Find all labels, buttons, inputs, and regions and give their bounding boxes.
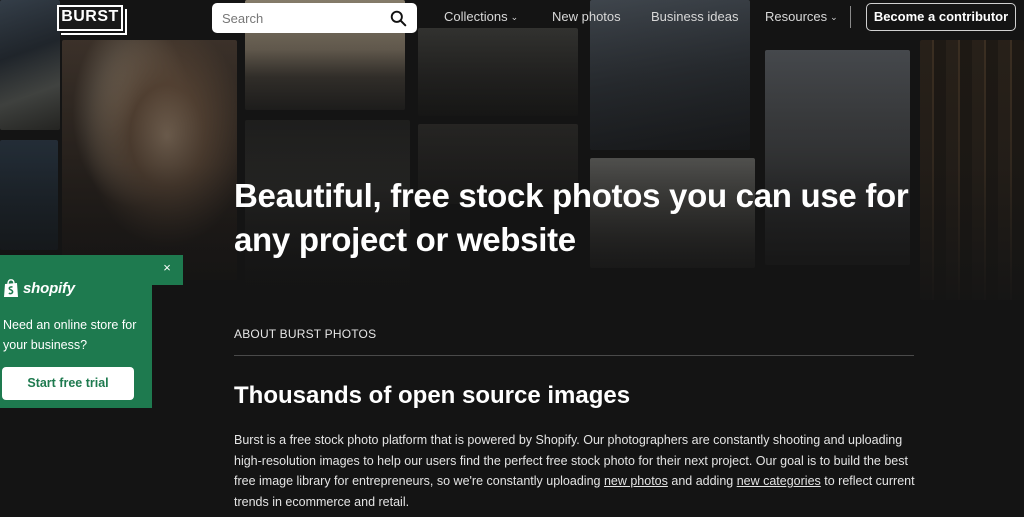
- nav-business-ideas[interactable]: Business ideas: [651, 0, 738, 34]
- shopify-wordmark: shopify: [23, 279, 75, 297]
- nav-new-photos-label: New photos: [552, 9, 621, 24]
- nav-resources-label: Resources: [765, 9, 828, 24]
- about-body: Burst is a free stock photo platform tha…: [234, 430, 924, 512]
- logo-text: BURST: [61, 8, 119, 25]
- close-icon[interactable]: ×: [160, 261, 174, 275]
- site-header: BURST Collections⌄ New photos Business i…: [0, 0, 1024, 36]
- search-icon[interactable]: [390, 10, 407, 27]
- new-categories-link[interactable]: new categories: [737, 474, 821, 488]
- nav-business-ideas-label: Business ideas: [651, 9, 739, 24]
- search-input[interactable]: [212, 3, 382, 33]
- about-heading: Thousands of open source images: [234, 382, 631, 409]
- about-body-text: and adding: [667, 474, 737, 488]
- start-free-trial-button[interactable]: Start free trial: [2, 367, 134, 400]
- chevron-down-icon: ⌄: [830, 12, 838, 22]
- chevron-down-icon: ⌄: [510, 12, 519, 22]
- shopify-bag-icon: [4, 278, 18, 297]
- promo-notch: [152, 285, 183, 408]
- search-box: [212, 3, 417, 33]
- nav-collections-label: Collections: [444, 9, 508, 24]
- new-photos-link[interactable]: new photos: [604, 474, 668, 488]
- shopify-logo: shopify: [3, 277, 75, 299]
- about-label: ABOUT BURST PHOTOS: [234, 327, 377, 341]
- nav-divider: [850, 6, 851, 28]
- become-contributor-button[interactable]: Become a contributor: [866, 3, 1016, 31]
- nav-new-photos[interactable]: New photos: [552, 0, 621, 34]
- shopify-promo-banner: × shopify Need an online store for your …: [0, 255, 183, 408]
- hero-title: Beautiful, free stock photos you can use…: [234, 177, 909, 258]
- nav-resources[interactable]: Resources ⌄: [765, 0, 838, 34]
- burst-logo[interactable]: BURST: [57, 5, 129, 35]
- promo-text: Need an online store for your business?: [3, 318, 137, 352]
- section-divider: [234, 355, 914, 356]
- nav-collections[interactable]: Collections ⌄: [444, 0, 518, 34]
